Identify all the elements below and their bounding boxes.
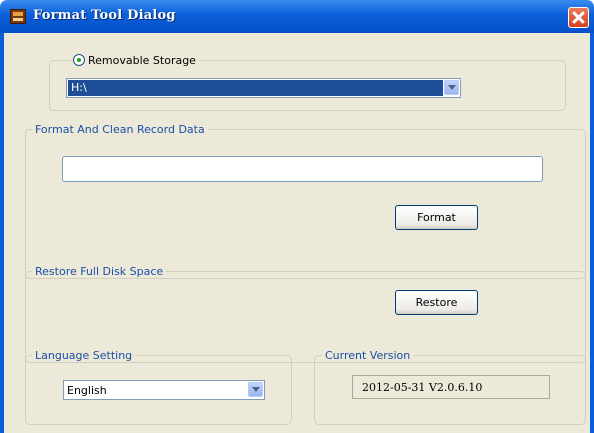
restore-group-legend: Restore Full Disk Space [32,265,167,278]
format-group [25,129,586,279]
removable-storage-label[interactable]: Removable Storage [85,54,199,67]
version-value: 2012-05-31 V2.0.6.10 [362,381,483,394]
chevron-down-icon[interactable] [444,80,459,95]
language-group-legend: Language Setting [32,349,136,362]
format-group-legend: Format And Clean Record Data [32,123,208,136]
window-frame-right [590,33,594,433]
drive-select-highlight [68,80,443,96]
drive-select[interactable]: H:\ [66,78,461,98]
chevron-down-icon[interactable] [248,382,263,397]
version-field: 2012-05-31 V2.0.6.10 [352,375,550,399]
format-input[interactable] [62,156,543,182]
language-select[interactable]: English [63,380,265,400]
app-icon [10,9,26,24]
language-value: English [67,384,107,397]
title-bar[interactable]: Format Tool Dialog [0,0,594,33]
format-tool-dialog: Format Tool Dialog Removable Storage H:\… [0,0,594,433]
format-button[interactable]: Format [395,205,478,230]
version-group-legend: Current Version [322,349,414,362]
close-button[interactable] [568,7,589,28]
window-title: Format Tool Dialog [33,8,176,23]
drive-value: H:\ [71,81,87,94]
removable-storage-radio[interactable] [73,54,85,66]
restore-button[interactable]: Restore [395,290,478,315]
dialog-client-area: Removable Storage H:\ Format And Clean R… [4,33,590,433]
